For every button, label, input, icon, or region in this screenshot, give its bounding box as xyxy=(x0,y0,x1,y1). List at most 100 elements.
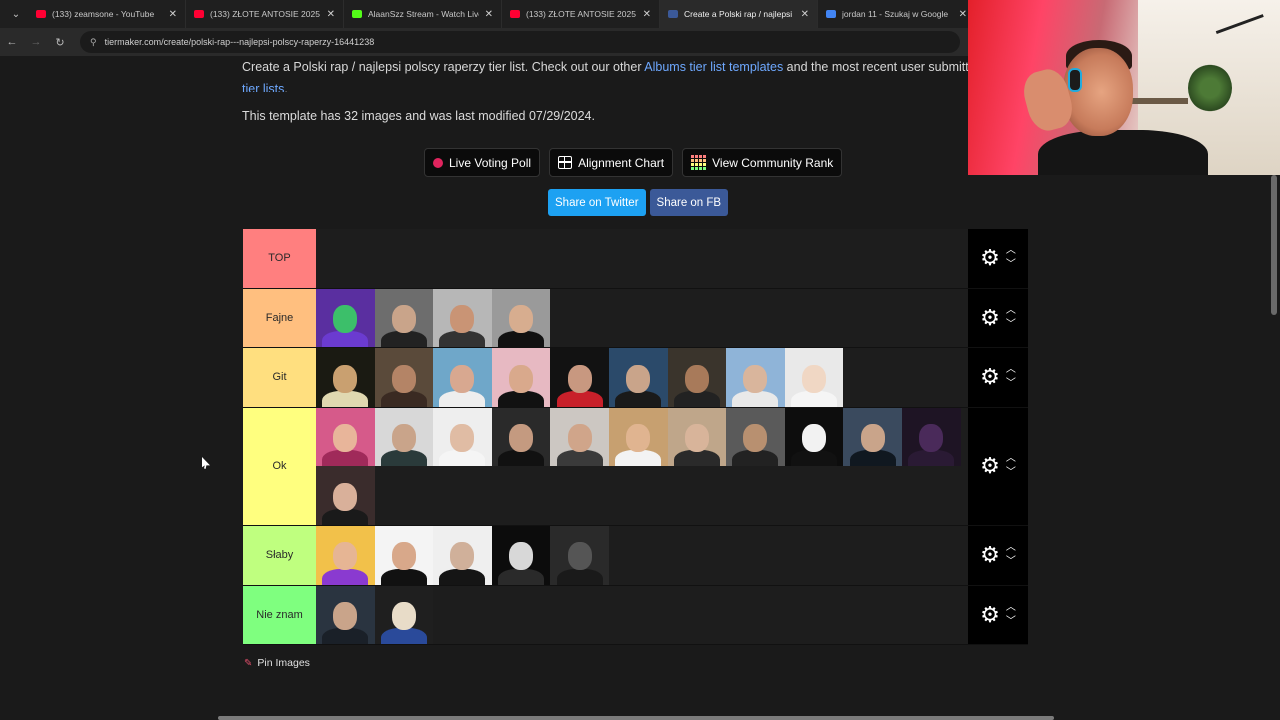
tier-image-item[interactable] xyxy=(433,525,492,585)
tier-image-item[interactable] xyxy=(901,407,961,467)
move-tier-down-chevron-icon[interactable]: ﹀ xyxy=(1006,557,1016,567)
tier-image-item[interactable] xyxy=(491,348,551,407)
tier-image-item[interactable] xyxy=(608,348,668,407)
pin-images-toggle[interactable]: ✎ Pin Images xyxy=(244,657,310,669)
move-tier-up-chevron-icon[interactable]: ︿ xyxy=(1006,602,1016,613)
site-info-icon[interactable]: ⚲ xyxy=(90,37,97,48)
tier-image-item[interactable] xyxy=(316,348,375,407)
tier-lists-link[interactable]: tier lists xyxy=(242,82,284,92)
browser-tab[interactable]: Create a Polski rap / najlepsi p ✕ xyxy=(660,0,818,28)
tier-image-item[interactable] xyxy=(726,407,785,467)
tier-items[interactable] xyxy=(316,585,968,645)
tier-image-item[interactable] xyxy=(374,348,434,407)
tier-image-item[interactable] xyxy=(316,585,375,645)
tier-image-item[interactable] xyxy=(550,348,609,407)
horizontal-scrollbar[interactable] xyxy=(218,716,1054,720)
tier-label[interactable]: Fajne xyxy=(243,288,316,348)
tier-image-item[interactable] xyxy=(491,288,551,348)
move-tier-down-chevron-icon[interactable]: ﹀ xyxy=(1006,379,1016,389)
forward-arrow-icon[interactable]: → xyxy=(24,36,48,48)
tab-close-icon[interactable]: ✕ xyxy=(643,9,651,20)
feature-buttons: Live Voting Poll Alignment Chart View Co… xyxy=(424,148,843,177)
tier-image-item[interactable] xyxy=(433,348,492,407)
tier-image-item[interactable] xyxy=(491,525,551,585)
tab-close-icon[interactable]: ✕ xyxy=(801,9,809,20)
tier-image-item[interactable] xyxy=(316,466,375,525)
tab-close-icon[interactable]: ✕ xyxy=(169,9,177,20)
tab-favicon-icon xyxy=(36,10,46,18)
tier-image-item[interactable] xyxy=(843,407,902,467)
tier-image-item[interactable] xyxy=(550,525,609,585)
tier-row: Ok ⚙ ︿ ﹀ xyxy=(243,407,1028,526)
tier-label[interactable]: Słaby xyxy=(243,525,316,585)
tier-image-item[interactable] xyxy=(608,407,668,467)
tier-image-item[interactable] xyxy=(667,348,727,407)
template-info: This template has 32 images and was last… xyxy=(242,109,595,123)
tab-close-icon[interactable]: ✕ xyxy=(485,9,493,20)
tier-image-item[interactable] xyxy=(433,288,492,348)
tier-image-item[interactable] xyxy=(374,585,434,645)
tier-label[interactable]: TOP xyxy=(243,229,316,288)
address-bar[interactable]: ⚲ tiermaker.com/create/polski-rap---najl… xyxy=(80,31,960,53)
move-tier-up-chevron-icon[interactable]: ︿ xyxy=(1006,246,1016,256)
tier-items[interactable] xyxy=(316,348,968,407)
tier-image-item[interactable] xyxy=(784,407,844,467)
tier-image-item[interactable] xyxy=(374,525,434,585)
reload-icon[interactable]: ↻ xyxy=(48,36,72,49)
tier-settings-gear-icon[interactable]: ⚙ xyxy=(980,455,1000,477)
tier-items[interactable] xyxy=(316,525,968,585)
tier-settings-gear-icon[interactable]: ⚙ xyxy=(980,544,1000,566)
tier-settings-gear-icon[interactable]: ⚙ xyxy=(980,366,1000,388)
tier-items[interactable] xyxy=(316,407,968,525)
albums-templates-link[interactable]: Albums tier list templates xyxy=(644,60,783,74)
alignment-chart-button[interactable]: Alignment Chart xyxy=(549,148,674,177)
tab-favicon-icon xyxy=(668,10,678,18)
tier-image-item[interactable] xyxy=(491,407,551,467)
tier-image-item[interactable] xyxy=(667,407,727,467)
tier-image-item[interactable] xyxy=(784,348,844,407)
move-tier-up-chevron-icon[interactable]: ︿ xyxy=(1006,543,1016,553)
tier-items[interactable] xyxy=(316,229,968,288)
browser-tab[interactable]: (133) ZŁOTE ANTOSIE 2025 | D ✕ xyxy=(502,0,660,28)
tier-move-arrows: ︿ ﹀ xyxy=(1006,454,1016,478)
tier-image-item[interactable] xyxy=(726,348,785,407)
tier-settings-gear-icon[interactable]: ⚙ xyxy=(980,603,1000,626)
tier-image-item[interactable] xyxy=(316,525,375,585)
tab-favicon-icon xyxy=(826,10,836,18)
tier-settings-gear-icon[interactable]: ⚙ xyxy=(980,247,1000,269)
move-tier-up-chevron-icon[interactable]: ︿ xyxy=(1006,365,1016,375)
tier-image-item[interactable] xyxy=(316,407,375,467)
browser-tab[interactable]: AlaanSzz Stream - Watch Live o ✕ xyxy=(344,0,502,28)
move-tier-down-chevron-icon[interactable]: ﹀ xyxy=(1006,468,1016,478)
move-tier-down-chevron-icon[interactable]: ﹀ xyxy=(1006,616,1016,627)
tier-image-item[interactable] xyxy=(316,288,375,348)
tier-image-item[interactable] xyxy=(550,407,609,467)
tier-image-item[interactable] xyxy=(374,407,434,467)
vertical-scrollbar[interactable] xyxy=(1271,175,1277,315)
browser-tab[interactable]: (133) ZŁOTE ANTOSIE 2025 NA ✕ xyxy=(186,0,344,28)
move-tier-up-chevron-icon[interactable]: ︿ xyxy=(1006,454,1016,464)
browser-tab[interactable]: (133) zeamsone - YouTube ✕ xyxy=(28,0,186,28)
record-dot-icon xyxy=(433,157,443,168)
tab-title: (133) ZŁOTE ANTOSIE 2025 NA xyxy=(210,9,321,19)
tier-image-item[interactable] xyxy=(374,288,434,348)
tier-items[interactable] xyxy=(316,288,968,348)
share-fb-button[interactable]: Share on FB xyxy=(649,189,729,216)
view-community-rank-button[interactable]: View Community Rank xyxy=(682,148,843,177)
move-tier-down-chevron-icon[interactable]: ﹀ xyxy=(1006,319,1016,330)
move-tier-up-chevron-icon[interactable]: ︿ xyxy=(1006,305,1016,316)
tier-settings-gear-icon[interactable]: ⚙ xyxy=(980,306,1000,329)
tier-controls: ⚙ ︿ ﹀ xyxy=(968,348,1028,407)
move-tier-down-chevron-icon[interactable]: ﹀ xyxy=(1006,260,1016,270)
tab-close-icon[interactable]: ✕ xyxy=(959,9,967,20)
browser-tab[interactable]: jordan 11 - Szukaj w Google ✕ xyxy=(818,0,976,28)
tier-image-item[interactable] xyxy=(433,407,492,467)
tier-label[interactable]: Nie znam xyxy=(243,585,316,645)
tab-close-icon[interactable]: ✕ xyxy=(327,9,335,20)
live-voting-poll-button[interactable]: Live Voting Poll xyxy=(424,148,541,177)
back-arrow-icon[interactable]: ← xyxy=(0,36,24,48)
share-twitter-button[interactable]: Share on Twitter xyxy=(548,189,646,216)
tier-label[interactable]: Git xyxy=(243,348,316,407)
tier-label[interactable]: Ok xyxy=(243,407,316,525)
tab-search-chevron-icon[interactable]: ⌄ xyxy=(4,4,28,24)
